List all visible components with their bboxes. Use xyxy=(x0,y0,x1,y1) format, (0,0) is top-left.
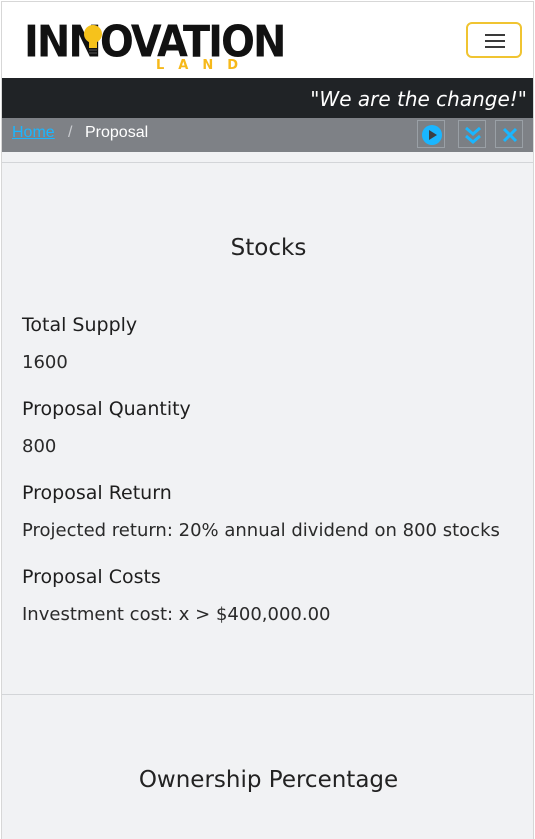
total-supply-value: 1600 xyxy=(22,352,68,373)
breadcrumb-current: Proposal xyxy=(85,124,149,141)
hamburger-line xyxy=(485,46,505,48)
lightbulb-icon xyxy=(84,25,102,54)
slogan-banner: "We are the change!" xyxy=(2,78,533,118)
hamburger-icon xyxy=(485,34,505,36)
double-chevron-down-icon xyxy=(465,126,481,144)
proposal-costs-label: Proposal Costs xyxy=(22,566,161,588)
play-circle-icon xyxy=(422,125,442,145)
section-divider xyxy=(2,162,533,163)
breadcrumb-bar: Home / Proposal xyxy=(2,118,533,152)
total-supply-label: Total Supply xyxy=(22,314,138,336)
close-icon xyxy=(502,127,518,143)
stocks-title: Stocks xyxy=(230,235,307,261)
expand-button[interactable] xyxy=(458,120,486,148)
logo-subtext: LAND xyxy=(156,58,253,73)
proposal-quantity-label: Proposal Quantity xyxy=(22,398,191,420)
proposal-return-value: Projected return: 20% annual dividend on… xyxy=(22,520,500,541)
page-frame: INNOVATION LAND "We are the change!" Hom… xyxy=(1,1,534,839)
site-header: INNOVATION LAND xyxy=(2,2,533,78)
ownership-title: Ownership Percentage xyxy=(138,767,399,793)
section-divider xyxy=(2,694,533,695)
breadcrumb-separator: / xyxy=(68,124,73,141)
breadcrumb-home-link[interactable]: Home xyxy=(12,124,55,142)
close-button[interactable] xyxy=(495,120,523,148)
play-button[interactable] xyxy=(417,120,445,148)
hamburger-line xyxy=(485,40,505,42)
proposal-quantity-value: 800 xyxy=(22,436,57,457)
proposal-costs-value: Investment cost: x > $400,000.00 xyxy=(22,604,331,625)
innovation-land-logo[interactable]: INNOVATION LAND xyxy=(24,18,287,76)
menu-toggle-button[interactable] xyxy=(466,22,522,58)
proposal-return-label: Proposal Return xyxy=(22,482,172,504)
